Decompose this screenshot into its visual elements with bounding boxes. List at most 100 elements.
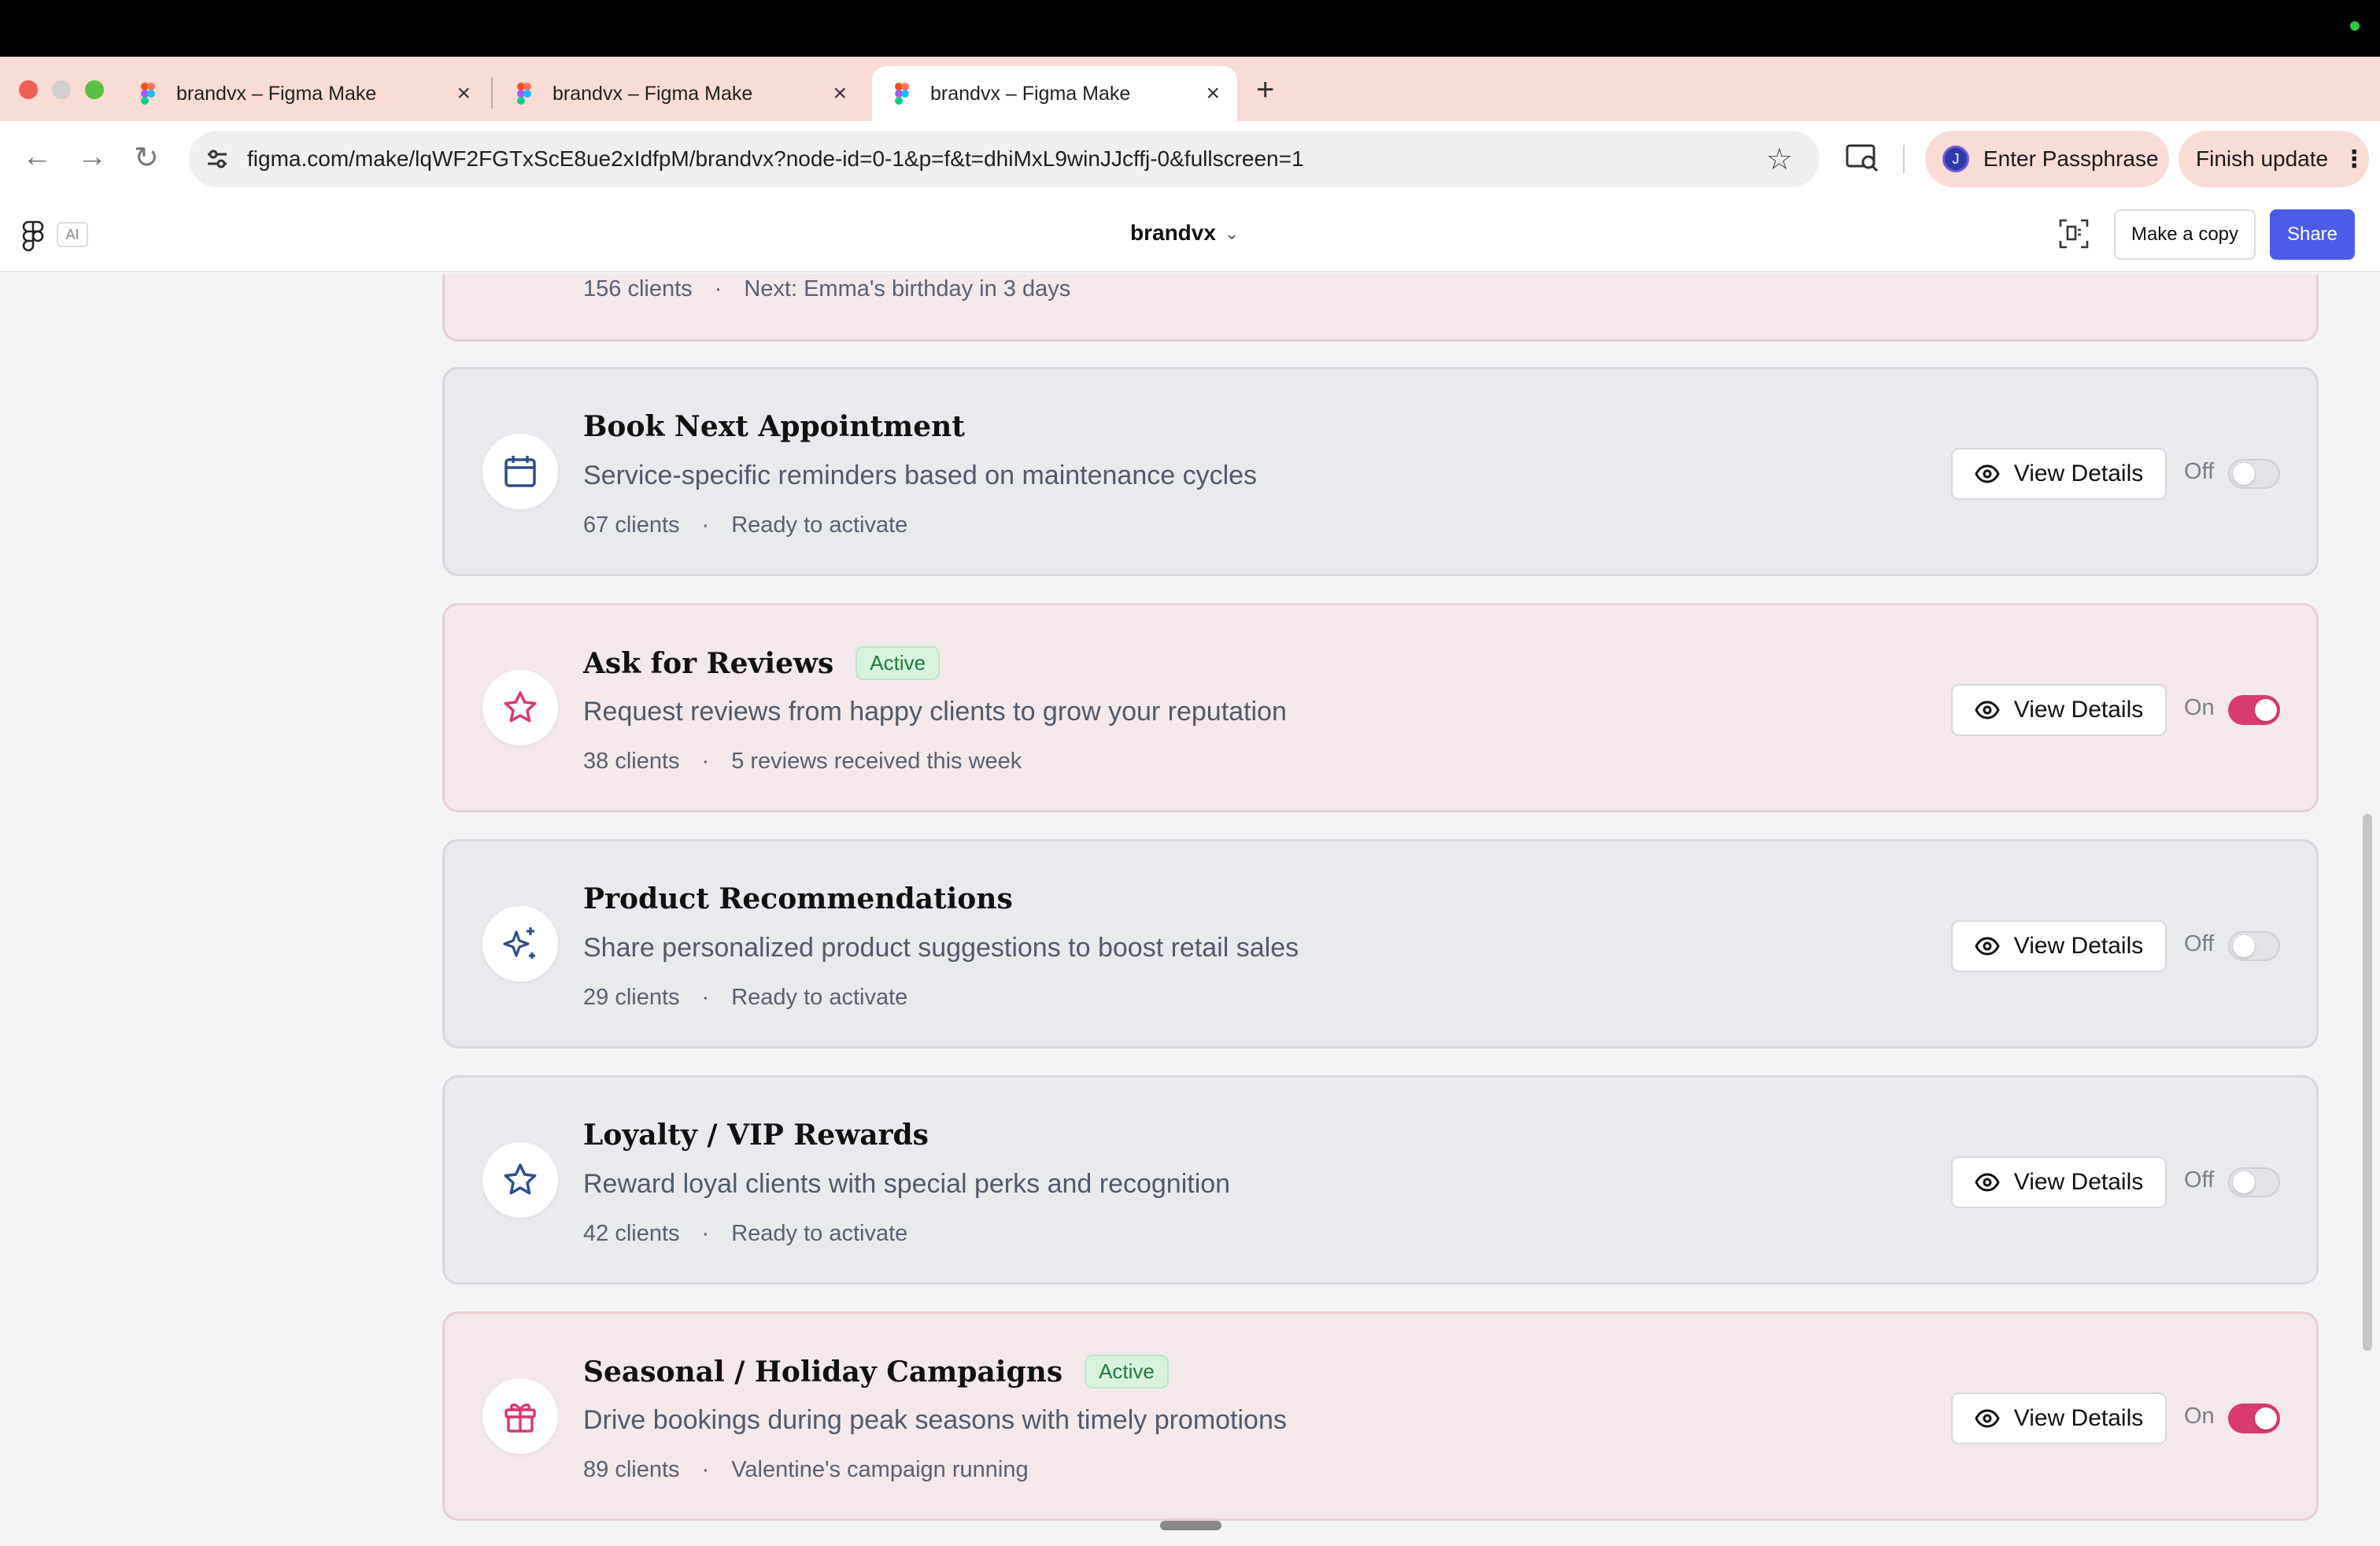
- passphrase-label: Enter Passphrase: [1983, 146, 2159, 171]
- toggle-state-label: Off: [2184, 459, 2215, 484]
- profile-avatar: J: [1942, 146, 1969, 172]
- card-meta: 29 clients · Ready to activate: [583, 985, 907, 1011]
- view-details-button[interactable]: View Details: [1951, 920, 2167, 972]
- finish-update-label: Finish update: [2196, 146, 2329, 171]
- activation-toggle[interactable]: [2228, 695, 2280, 725]
- meta-separator: ·: [701, 985, 710, 1010]
- figma-logo-icon[interactable]: [22, 220, 44, 252]
- tab-title: brandvx – Figma Make: [176, 82, 377, 105]
- toggle-state-label: On: [2184, 695, 2215, 720]
- file-title[interactable]: brandvx: [1130, 220, 1216, 246]
- star-icon: [482, 1142, 558, 1218]
- activation-toggle[interactable]: [2228, 1167, 2280, 1197]
- tab-close-icon[interactable]: ×: [1206, 80, 1220, 107]
- card-description: Request reviews from happy clients to gr…: [583, 697, 1287, 727]
- meta-separator: ·: [701, 1221, 710, 1246]
- automation-card-seasonal-holiday-campaigns: Seasonal / Holiday Campaigns Active Drive…: [442, 1311, 2319, 1521]
- url-text[interactable]: figma.com/make/lqWF2FGTxScE8ue2xIdfpM/br…: [247, 146, 1304, 172]
- toggle-knob: [2255, 1407, 2277, 1429]
- cast-search-icon[interactable]: [1845, 142, 1879, 173]
- gift-icon: [482, 1378, 558, 1454]
- eye-icon: [1975, 937, 2000, 956]
- card-title: Loyalty / VIP Rewards: [583, 1119, 929, 1152]
- toolbar-divider: [1903, 145, 1905, 173]
- browser-tab[interactable]: brandvx – Figma Make ×: [118, 66, 488, 121]
- card-meta: 38 clients · 5 reviews received this wee…: [583, 749, 1022, 775]
- card-title: Seasonal / Holiday Campaigns Active: [583, 1355, 1169, 1389]
- card-title-text: Seasonal / Holiday Campaigns: [583, 1355, 1063, 1389]
- view-details-button[interactable]: View Details: [1951, 1156, 2167, 1208]
- toggle-knob: [2255, 699, 2277, 721]
- ai-badge: AI: [57, 222, 88, 247]
- tab-close-icon[interactable]: ×: [833, 80, 847, 107]
- vertical-scrollbar[interactable]: [2363, 814, 2372, 1351]
- card-status: Next: Emma's birthday in 3 days: [744, 276, 1071, 301]
- card-title: Ask for Reviews Active: [583, 646, 941, 680]
- card-meta: 89 clients · Valentine's campaign runnin…: [583, 1457, 1029, 1483]
- tab-close-icon[interactable]: ×: [456, 80, 471, 107]
- browser-tab-active[interactable]: brandvx – Figma Make ×: [872, 66, 1237, 121]
- activation-toggle[interactable]: [2228, 1404, 2280, 1433]
- meta-separator: ·: [701, 749, 710, 774]
- reload-icon[interactable]: ↻: [134, 140, 159, 176]
- new-tab-plus-icon[interactable]: +: [1256, 72, 1274, 108]
- activation-toggle[interactable]: [2228, 931, 2280, 961]
- card-title-text: Ask for Reviews: [583, 646, 834, 680]
- browser-tab[interactable]: brandvx – Figma Make ×: [494, 66, 864, 121]
- chevron-down-icon[interactable]: ⌄: [1225, 224, 1239, 244]
- eye-icon: [1975, 1409, 2000, 1428]
- activation-toggle[interactable]: [2228, 459, 2280, 489]
- star-icon: [482, 670, 558, 745]
- forward-arrow-icon[interactable]: →: [77, 140, 107, 174]
- window-close-button[interactable]: [19, 80, 38, 99]
- status-badge: Active: [856, 646, 941, 680]
- bottom-drag-handle[interactable]: [1160, 1521, 1221, 1530]
- card-client-count: 89 clients: [583, 1457, 680, 1482]
- back-arrow-icon[interactable]: ←: [22, 140, 52, 174]
- meta-separator: ·: [701, 512, 710, 538]
- view-details-button[interactable]: View Details: [1951, 684, 2167, 736]
- card-client-count: 42 clients: [583, 1221, 680, 1246]
- view-details-label: View Details: [2013, 697, 2144, 723]
- card-title-text: Book Next Appointment: [583, 410, 965, 443]
- card-status: Ready to activate: [731, 1221, 908, 1246]
- figma-favicon-icon: [891, 83, 913, 105]
- profile-passphrase-button[interactable]: J Enter Passphrase: [1925, 131, 2169, 187]
- view-details-button[interactable]: View Details: [1951, 1393, 2167, 1444]
- card-meta: 67 clients · Ready to activate: [583, 512, 907, 538]
- view-details-label: View Details: [2013, 460, 2144, 486]
- card-title-text: Loyalty / VIP Rewards: [583, 1119, 929, 1152]
- card-client-count: 156 clients: [583, 276, 693, 301]
- address-bar[interactable]: figma.com/make/lqWF2FGTxScE8ue2xIdfpM/br…: [189, 131, 1820, 187]
- share-button[interactable]: Share: [2270, 209, 2355, 260]
- eye-icon: [1975, 1173, 2000, 1192]
- window-minimize-button[interactable]: [52, 80, 71, 99]
- toggle-state-label: On: [2184, 1404, 2215, 1429]
- card-status: Valentine's campaign running: [731, 1457, 1029, 1482]
- finish-update-button[interactable]: Finish update ⋮: [2179, 131, 2369, 187]
- card-client-count: 29 clients: [583, 985, 680, 1010]
- view-details-label: View Details: [2013, 1169, 2144, 1195]
- kebab-menu-icon[interactable]: ⋮: [2342, 146, 2366, 173]
- make-a-copy-button[interactable]: Make a copy: [2114, 209, 2256, 260]
- toggle-knob: [2233, 463, 2255, 485]
- automation-card-product-recommendations: Product Recommendations Share personaliz…: [442, 839, 2319, 1049]
- camera-indicator: [2350, 21, 2360, 31]
- card-status: 5 reviews received this week: [731, 749, 1022, 774]
- card-description: Service-specific reminders based on main…: [583, 460, 1258, 490]
- calendar-icon: [482, 434, 558, 509]
- card-description: Drive bookings during peak seasons with …: [583, 1405, 1287, 1435]
- card-description: Share personalized product suggestions t…: [583, 933, 1299, 963]
- card-meta: 156 clients · Next: Emma's birthday in 3…: [583, 276, 1070, 302]
- meta-separator: ·: [701, 1457, 710, 1482]
- view-details-button[interactable]: View Details: [1951, 448, 2167, 500]
- card-client-count: 67 clients: [583, 512, 680, 538]
- meta-separator: ·: [714, 276, 722, 301]
- eye-icon: [1975, 701, 2000, 719]
- status-badge: Active: [1085, 1355, 1169, 1389]
- window-maximize-button[interactable]: [85, 80, 104, 99]
- inspect-frame-icon[interactable]: [2057, 217, 2090, 250]
- bookmark-star-icon[interactable]: ☆: [1766, 142, 1793, 177]
- site-settings-icon[interactable]: [205, 146, 230, 172]
- eye-icon: [1975, 464, 2000, 483]
